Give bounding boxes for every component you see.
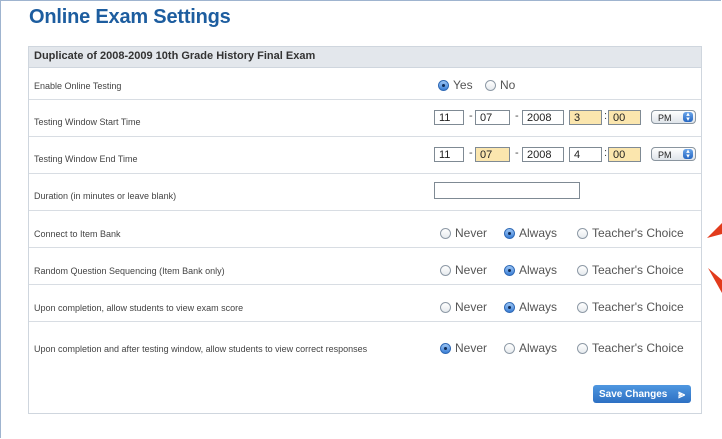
end-time-row: Testing Window End Time 11 - 07 - 2008 4…: [29, 137, 701, 174]
option-label: Always: [519, 300, 558, 314]
item-bank-label: Connect to Item Bank: [34, 229, 121, 239]
view-responses-row: Upon completion and after testing window…: [29, 322, 701, 364]
option-label: Never: [455, 263, 488, 277]
view-responses-never[interactable]: Never: [440, 341, 487, 355]
item-bank-row: Connect to Item Bank Never Always Teache…: [29, 211, 701, 248]
view-responses-always[interactable]: Always: [504, 341, 557, 355]
double-chevron-right-icon: ⪢: [678, 387, 685, 401]
end-month-input[interactable]: 11: [434, 147, 464, 162]
enable-no-option[interactable]: No: [485, 78, 515, 92]
start-day-input[interactable]: 07: [475, 110, 510, 125]
enable-online-row: Enable Online Testing Yes No: [29, 68, 701, 100]
dash: -: [469, 147, 473, 159]
end-hour-input[interactable]: 4: [569, 147, 602, 162]
view-responses-label: Upon completion and after testing window…: [34, 344, 368, 354]
start-month-input[interactable]: 11: [434, 110, 464, 125]
view-score-teachers-choice[interactable]: Teacher's Choice: [577, 300, 684, 314]
random-seq-never[interactable]: Never: [440, 263, 487, 277]
radio[interactable]: [577, 228, 588, 239]
radio[interactable]: [440, 343, 451, 354]
option-label: Always: [519, 341, 558, 355]
start-time-row: Testing Window Start Time 11 - 07 - 2008…: [29, 100, 701, 137]
colon: :: [604, 147, 608, 159]
start-minute-input[interactable]: 00: [608, 110, 641, 125]
yes-label: Yes: [453, 78, 473, 92]
start-time-label: Testing Window Start Time: [34, 117, 141, 127]
option-label: Teacher's Choice: [592, 341, 684, 355]
radio-no[interactable]: [485, 80, 496, 91]
radio[interactable]: [440, 228, 451, 239]
save-label: Save Changes: [599, 388, 668, 400]
start-ampm-value: PM: [658, 113, 672, 123]
radio[interactable]: [577, 265, 588, 276]
dash: -: [515, 110, 519, 122]
enable-yes-option[interactable]: Yes: [438, 78, 473, 92]
random-seq-always[interactable]: Always: [504, 263, 557, 277]
page-title: Online Exam Settings: [29, 6, 231, 28]
end-minute-input[interactable]: 00: [608, 147, 641, 162]
option-label: Teacher's Choice: [592, 263, 684, 277]
select-arrows-icon: ▴ ▾: [683, 148, 693, 160]
option-label: Teacher's Choice: [592, 226, 684, 240]
item-bank-never[interactable]: Never: [440, 226, 487, 240]
enable-online-label: Enable Online Testing: [34, 81, 122, 91]
item-bank-always[interactable]: Always: [504, 226, 557, 240]
option-label: Teacher's Choice: [592, 300, 684, 314]
colon: :: [604, 110, 608, 122]
option-label: Never: [455, 226, 488, 240]
random-seq-row: Random Question Sequencing (Item Bank on…: [29, 248, 701, 285]
random-seq-teachers-choice[interactable]: Teacher's Choice: [577, 263, 684, 277]
end-day-input[interactable]: 07: [475, 147, 510, 162]
radio[interactable]: [504, 265, 515, 276]
annotation-arrows: [707, 223, 722, 293]
annotation-arrow-top: [707, 223, 722, 238]
dash: -: [515, 147, 519, 159]
view-score-never[interactable]: Never: [440, 300, 487, 314]
radio[interactable]: [577, 302, 588, 313]
end-year-input[interactable]: 2008: [522, 147, 564, 162]
option-label: Never: [455, 300, 488, 314]
annotation-arrow-bottom: [708, 268, 722, 293]
view-score-always[interactable]: Always: [504, 300, 557, 314]
save-changes-button[interactable]: Save Changes ⪢: [593, 385, 691, 403]
duration-row: Duration (in minutes or leave blank): [29, 174, 701, 211]
duration-label: Duration (in minutes or leave blank): [34, 191, 177, 201]
no-label: No: [500, 78, 516, 92]
option-label: Never: [455, 341, 488, 355]
option-label: Always: [519, 226, 558, 240]
view-score-row: Upon completion, allow students to view …: [29, 285, 701, 322]
panel-title: Duplicate of 2008-2009 10th Grade Histor…: [34, 50, 316, 62]
view-score-label: Upon completion, allow students to view …: [34, 303, 244, 313]
radio[interactable]: [440, 265, 451, 276]
dash: -: [469, 110, 473, 122]
radio[interactable]: [504, 228, 515, 239]
start-year-input[interactable]: 2008: [522, 110, 564, 125]
radio[interactable]: [440, 302, 451, 313]
random-seq-label: Random Question Sequencing (Item Bank on…: [34, 266, 225, 276]
panel-header: Duplicate of 2008-2009 10th Grade Histor…: [29, 47, 701, 68]
select-arrows-icon: ▴ ▾: [683, 111, 693, 123]
radio[interactable]: [504, 302, 515, 313]
end-ampm-select[interactable]: PM ▴ ▾: [651, 147, 696, 161]
duration-input[interactable]: [434, 182, 580, 199]
start-ampm-select[interactable]: PM ▴ ▾: [651, 110, 696, 124]
radio[interactable]: [577, 343, 588, 354]
radio-yes[interactable]: [438, 80, 449, 91]
option-label: Always: [519, 263, 558, 277]
radio[interactable]: [504, 343, 515, 354]
item-bank-teachers-choice[interactable]: Teacher's Choice: [577, 226, 684, 240]
settings-panel: Duplicate of 2008-2009 10th Grade Histor…: [28, 46, 702, 414]
end-time-label: Testing Window End Time: [34, 154, 138, 164]
end-ampm-value: PM: [658, 150, 672, 160]
start-hour-input[interactable]: 3: [569, 110, 602, 125]
view-responses-teachers-choice[interactable]: Teacher's Choice: [577, 341, 684, 355]
